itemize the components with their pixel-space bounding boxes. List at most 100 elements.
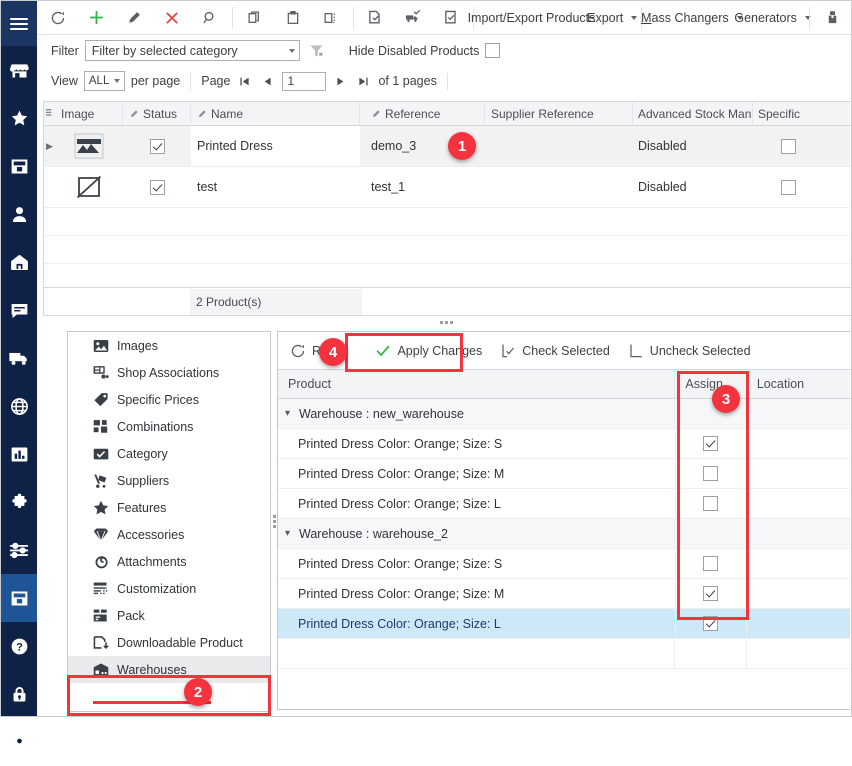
- warehouse-group-row[interactable]: ▾ Warehouse : warehouse_2: [278, 519, 850, 549]
- product-reference-cell[interactable]: test_1: [360, 167, 485, 207]
- product-status-cell[interactable]: [123, 167, 191, 207]
- warehouse-group-row[interactable]: ▾ Warehouse : new_warehouse: [278, 399, 850, 429]
- product-advanced-stock-cell[interactable]: Disabled: [633, 126, 753, 166]
- table-row[interactable]: test test_1 Disabled: [44, 167, 850, 208]
- assign-checkbox[interactable]: [703, 436, 719, 451]
- nav-item-warehouses[interactable]: Warehouses: [68, 656, 270, 683]
- assign-checkbox[interactable]: [703, 556, 719, 571]
- delete-button[interactable]: [153, 3, 191, 33]
- location-cell[interactable]: [745, 549, 850, 578]
- assign-cell[interactable]: [674, 579, 746, 608]
- column-header-status[interactable]: Status: [123, 102, 191, 125]
- previous-page-button[interactable]: [259, 72, 276, 90]
- rail-item-messages[interactable]: [1, 286, 37, 334]
- rail-item-shipping[interactable]: [1, 334, 37, 382]
- rail-item-modules[interactable]: [1, 478, 37, 526]
- product-advanced-stock-cell[interactable]: Disabled: [633, 167, 753, 207]
- column-header-reference[interactable]: Reference: [360, 102, 485, 125]
- assign-cell[interactable]: [674, 489, 746, 518]
- list-item[interactable]: Printed Dress Color: Orange; Size: L: [278, 609, 850, 639]
- nav-item-suppliers[interactable]: Suppliers: [68, 467, 270, 494]
- search-button[interactable]: [191, 3, 229, 33]
- first-page-button[interactable]: [236, 72, 253, 90]
- rail-item-orders[interactable]: [1, 142, 37, 190]
- category-filter-combo[interactable]: Filter by selected category: [84, 40, 300, 61]
- page-number-input[interactable]: [282, 71, 327, 91]
- column-header-location[interactable]: Location: [745, 370, 850, 398]
- table-row[interactable]: ▶ Printed Dress demo_3 Disabled: [44, 126, 850, 167]
- per-page-combo[interactable]: ALL: [83, 71, 125, 91]
- rail-item-preferences[interactable]: [1, 526, 37, 574]
- chevron-down-icon[interactable]: ▾: [285, 528, 296, 539]
- list-item[interactable]: Printed Dress Color: Orange; Size: S: [278, 549, 850, 579]
- rail-item-catalog[interactable]: [1, 574, 37, 622]
- assign-checkbox[interactable]: [703, 496, 719, 511]
- location-cell[interactable]: [745, 489, 850, 518]
- horizontal-splitter[interactable]: [43, 318, 850, 326]
- nav-item-shop-associations[interactable]: Shop Associations: [68, 359, 270, 386]
- rail-item-stats[interactable]: [1, 430, 37, 478]
- list-item[interactable]: Printed Dress Color: Orange; Size: M: [278, 459, 850, 489]
- nav-item-downloadable-product[interactable]: Downloadable Product: [68, 629, 270, 656]
- column-header-supplier-reference[interactable]: Supplier Reference: [485, 102, 633, 125]
- rail-item-international[interactable]: [1, 382, 37, 430]
- product-name-cell[interactable]: Printed Dress: [191, 126, 360, 166]
- duplicate-button[interactable]: [312, 3, 350, 33]
- assign-cell[interactable]: [674, 549, 746, 578]
- nav-item-specific-prices[interactable]: Specific Prices: [68, 386, 270, 413]
- copy-button[interactable]: [236, 3, 274, 33]
- product-name-cell[interactable]: test: [191, 167, 360, 207]
- rail-item-home[interactable]: [1, 238, 37, 286]
- list-item[interactable]: Printed Dress Color: Orange; Size: S: [278, 429, 850, 459]
- rail-item-favorites[interactable]: [1, 94, 37, 142]
- location-cell[interactable]: [745, 579, 850, 608]
- nav-item-attachments[interactable]: Attachments: [68, 548, 270, 575]
- specific-checkbox[interactable]: [780, 179, 796, 195]
- more-tools-button[interactable]: [813, 3, 851, 33]
- product-specific-cell[interactable]: [753, 126, 823, 166]
- product-supplier-reference-cell[interactable]: [485, 126, 633, 166]
- nav-item-features[interactable]: Features: [68, 494, 270, 521]
- product-specific-cell[interactable]: [753, 167, 823, 207]
- add-button[interactable]: [77, 3, 115, 33]
- location-cell[interactable]: [745, 429, 850, 458]
- assign-checkbox[interactable]: [703, 586, 719, 601]
- nav-item-category[interactable]: Category: [68, 440, 270, 467]
- last-page-button[interactable]: [355, 72, 372, 90]
- column-header-advanced-stock[interactable]: Advanced Stock Man: [633, 102, 753, 125]
- nav-item-customization[interactable]: Customization: [68, 575, 270, 602]
- nav-item-combinations[interactable]: Combinations: [68, 413, 270, 440]
- rail-item-customers[interactable]: [1, 190, 37, 238]
- rail-item-security[interactable]: [1, 670, 37, 718]
- uncheck-selected-button[interactable]: Uncheck Selected: [619, 336, 760, 366]
- specific-checkbox[interactable]: [780, 138, 796, 154]
- export-button[interactable]: Export: [581, 3, 638, 33]
- assign-checkbox[interactable]: [703, 466, 719, 481]
- paste-button[interactable]: [274, 3, 312, 33]
- row-expand-arrow[interactable]: ▶: [44, 141, 55, 152]
- check-all-button[interactable]: [356, 3, 394, 33]
- mass-changers-button[interactable]: Mass Changers: [641, 3, 743, 33]
- list-item[interactable]: Printed Dress Color: Orange; Size: L: [278, 489, 850, 519]
- product-supplier-reference-cell[interactable]: [485, 167, 633, 207]
- ship-check-button[interactable]: [394, 3, 432, 33]
- product-status-cell[interactable]: [123, 126, 191, 166]
- column-header-specific[interactable]: Specific: [753, 102, 823, 125]
- column-header-product[interactable]: Product: [278, 370, 674, 398]
- assign-cell[interactable]: [674, 459, 746, 488]
- location-cell[interactable]: [745, 609, 850, 638]
- assign-cell[interactable]: [674, 429, 746, 458]
- nav-item-accessories[interactable]: Accessories: [68, 521, 270, 548]
- checkbox-list-button[interactable]: [432, 3, 470, 33]
- status-checkbox[interactable]: [149, 179, 165, 195]
- chevron-down-icon[interactable]: ▾: [285, 408, 296, 419]
- rail-item-shop[interactable]: [1, 46, 37, 94]
- location-cell[interactable]: [745, 459, 850, 488]
- hide-disabled-checkbox[interactable]: [485, 43, 501, 58]
- next-page-button[interactable]: [332, 72, 349, 90]
- column-header-image[interactable]: Image: [55, 102, 123, 125]
- apply-changes-button[interactable]: Apply Changes: [366, 336, 491, 366]
- column-header-name[interactable]: Name: [191, 102, 360, 125]
- assign-cell[interactable]: [674, 609, 746, 638]
- clear-filter-button[interactable]: [306, 43, 328, 58]
